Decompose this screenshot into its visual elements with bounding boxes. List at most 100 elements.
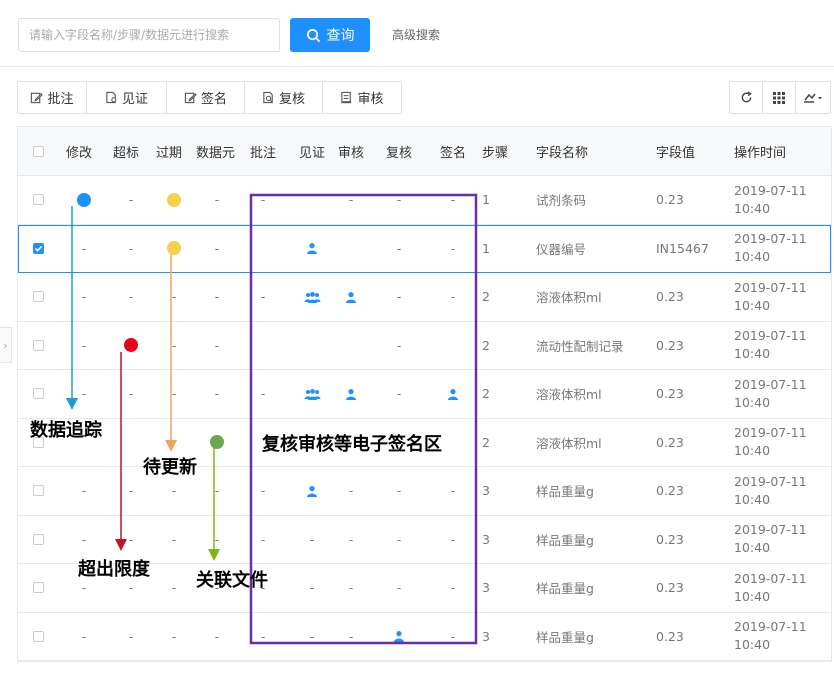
column-header[interactable]: 批注	[250, 127, 276, 175]
column-header[interactable]: 审核	[338, 127, 364, 175]
cell-annotation: -	[260, 386, 266, 402]
column-header[interactable]: 数据元	[196, 127, 235, 175]
checkbox[interactable]	[33, 533, 44, 545]
cell-field-value: 0.23	[656, 483, 684, 499]
checkbox[interactable]	[33, 582, 44, 594]
column-header[interactable]: 步骤	[482, 127, 508, 175]
red-status-dot[interactable]	[124, 338, 138, 353]
column-header[interactable]: 字段名称	[536, 127, 588, 175]
cell-field-name: 样品重量g	[536, 581, 594, 597]
search-input[interactable]	[18, 18, 280, 52]
audit-icon	[341, 91, 352, 104]
sign-button[interactable]: 签名	[167, 82, 245, 113]
annotate-button[interactable]: 批注	[18, 82, 87, 113]
column-header[interactable]: 复核	[386, 127, 412, 175]
checkbox[interactable]	[33, 242, 44, 254]
action-toolbar: 批注 见证 签名 复核 审核	[17, 81, 402, 114]
checkbox[interactable]	[33, 145, 44, 157]
row-select[interactable]	[33, 613, 44, 661]
user-icon[interactable]	[393, 630, 405, 643]
search-button-label: 查询	[326, 28, 355, 44]
time-clock: 10:40	[734, 540, 771, 556]
column-header[interactable]: 字段值	[656, 127, 695, 175]
row-select[interactable]	[33, 322, 44, 370]
cell-witness[interactable]	[299, 467, 325, 515]
cell-exceed: -	[128, 628, 134, 644]
checkbox[interactable]	[33, 339, 44, 351]
cell-expire[interactable]	[156, 176, 192, 224]
user-icon[interactable]	[447, 388, 459, 400]
sidebar-collapse-handle[interactable]: ›	[0, 327, 12, 363]
cell-modify[interactable]	[66, 176, 102, 224]
cell-review[interactable]	[386, 613, 412, 661]
row-select[interactable]	[33, 516, 44, 564]
witness-button[interactable]: 见证	[87, 82, 167, 113]
row-select[interactable]	[33, 225, 44, 273]
table-row[interactable]: - - - - - - - -3 样品重量g 0.23 2019-07-11 10:40	[18, 612, 831, 661]
refresh-button[interactable]	[730, 82, 763, 113]
cell-operation-time: 2019-07-11 10:40	[734, 419, 807, 467]
cell-review: -	[396, 483, 402, 499]
review-button[interactable]: 复核	[245, 82, 323, 113]
cell-sign[interactable]	[440, 370, 466, 418]
cell-witness[interactable]	[299, 370, 325, 418]
column-header[interactable]: 过期	[156, 127, 182, 175]
row-select[interactable]	[33, 370, 44, 418]
row-select[interactable]	[33, 176, 44, 224]
table-row[interactable]: - - - - - - - 2 溶液体积ml 0.23 2019-07-11 10:40	[18, 273, 831, 322]
cell-audit[interactable]	[338, 370, 364, 418]
header-select-all[interactable]	[33, 127, 44, 175]
table-row[interactable]: - - - - - 1 仪器编号 IN15467 2019-07-11 10:40	[18, 224, 831, 273]
columns-button[interactable]	[763, 82, 796, 113]
column-header[interactable]: 操作时间	[734, 127, 786, 175]
export-button[interactable]	[796, 82, 830, 113]
table-row[interactable]: - - - - - - 2 溶液体积ml 0.23 2019-07-11 10:40	[18, 370, 831, 419]
user-group-icon[interactable]	[304, 291, 321, 303]
row-select[interactable]	[33, 564, 44, 612]
column-header[interactable]: 见证	[299, 127, 325, 175]
chevron-right-icon: ›	[3, 338, 8, 352]
user-group-icon[interactable]	[304, 388, 321, 400]
advanced-search-link[interactable]: 高级搜索	[392, 26, 440, 43]
cell-audit[interactable]	[338, 273, 364, 321]
row-select[interactable]	[33, 273, 44, 321]
table-header: 修改 超标 过期 数据元 批注 见证 审核 复核 签名 步骤 字段名称 字段值 操作时间	[18, 127, 831, 176]
column-header[interactable]: 超标	[113, 127, 139, 175]
yellow-status-dot[interactable]	[167, 192, 181, 207]
cell-expire: -	[171, 580, 177, 596]
cell-witness[interactable]	[299, 225, 325, 273]
checkbox[interactable]	[33, 388, 44, 400]
cell-review: -	[396, 580, 402, 596]
audit-button[interactable]: 审核	[323, 82, 401, 113]
column-header[interactable]: 签名	[440, 127, 466, 175]
table-row[interactable]: - - - - - - - -3 样品重量g 0.23 2019-07-11 10:40	[18, 467, 831, 516]
cell-data-element: -	[214, 386, 220, 402]
user-icon[interactable]	[345, 388, 357, 400]
cell-modify: -	[81, 289, 87, 305]
user-icon[interactable]	[306, 242, 318, 255]
checkbox[interactable]	[33, 291, 44, 303]
checkbox[interactable]	[33, 194, 44, 206]
sign-icon	[184, 92, 197, 104]
cell-field-value: 0.23	[656, 386, 684, 402]
table-row[interactable]: - - - - - - 1 试剂条码 0.23 2019-07-11 10:40	[18, 176, 831, 225]
yellow-status-dot[interactable]	[167, 241, 181, 256]
row-select[interactable]	[33, 467, 44, 515]
checkbox[interactable]	[33, 485, 44, 497]
user-icon[interactable]	[306, 485, 318, 497]
cell-expire[interactable]	[156, 225, 192, 273]
cell-data-element[interactable]	[196, 419, 238, 467]
callout-exceed-limit: 超出限度	[78, 559, 150, 580]
time-date: 2019-07-11	[734, 231, 807, 247]
user-icon[interactable]	[345, 291, 357, 303]
time-clock: 10:40	[734, 346, 771, 362]
green-status-dot[interactable]	[210, 435, 224, 450]
cell-exceed[interactable]	[113, 322, 149, 370]
blue-status-dot[interactable]	[77, 192, 91, 207]
cell-step: 2	[482, 289, 490, 305]
column-header[interactable]: 修改	[66, 127, 92, 175]
table-row[interactable]: - - - - 2 流动性配制记录 0.23 2019-07-11 10:40	[18, 321, 831, 370]
cell-witness[interactable]	[299, 273, 325, 321]
search-button[interactable]: 查询	[290, 18, 370, 52]
checkbox[interactable]	[33, 630, 44, 642]
